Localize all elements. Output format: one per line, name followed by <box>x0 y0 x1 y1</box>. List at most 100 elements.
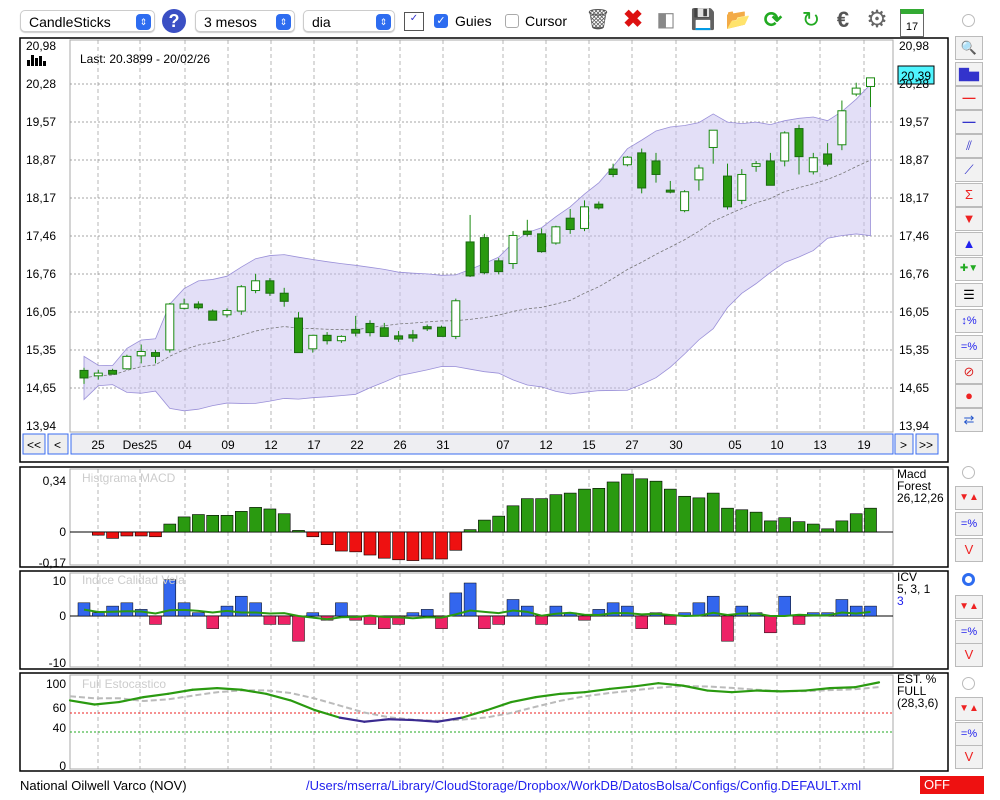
candle <box>308 334 318 350</box>
candle <box>437 326 446 337</box>
macd-y-label: -0,17 <box>39 556 67 570</box>
candle <box>136 351 146 357</box>
macd-bar <box>249 507 262 533</box>
macd-bar <box>506 505 520 533</box>
candle <box>336 335 346 342</box>
macd-bar <box>335 531 348 552</box>
icv-title: Indice Calidad Vela <box>82 573 185 587</box>
icv-y-label: -10 <box>49 656 67 670</box>
macd-bar <box>492 515 506 533</box>
date-label: 13 <box>813 438 827 452</box>
y-axis-label-right: 20,28 <box>899 77 929 91</box>
date-label: 27 <box>625 438 639 452</box>
macd-bar <box>263 508 277 533</box>
y-axis-label-left: 16,76 <box>26 267 56 281</box>
macd-bar <box>849 513 863 533</box>
candle <box>737 173 747 201</box>
candle <box>608 168 618 175</box>
icv-bar <box>263 615 277 625</box>
macd-bar <box>349 531 363 553</box>
date-label: 05 <box>728 438 742 452</box>
candle <box>79 369 89 379</box>
macd-bar <box>163 523 177 533</box>
candle <box>551 226 561 244</box>
icv-bar <box>277 615 291 625</box>
stoch-y-label: 60 <box>53 701 67 715</box>
date-label: 22 <box>350 438 364 452</box>
date-label: 19 <box>857 438 871 452</box>
macd-bar <box>149 531 162 538</box>
candle <box>165 303 175 351</box>
chart-area[interactable]: 0,340-0,17Histgrama MACD MacdForest26,12,… <box>0 0 1000 800</box>
config-path-link[interactable]: /Users/mserra/Library/CloudStorage/Dropb… <box>306 778 861 793</box>
candle <box>637 152 647 189</box>
y-axis-label-left: 17,46 <box>26 229 56 243</box>
macd-bar <box>220 515 234 533</box>
candle <box>236 286 246 312</box>
candle <box>465 241 475 277</box>
date-label: 26 <box>393 438 407 452</box>
candle <box>479 237 489 274</box>
stoch-k-segment <box>387 718 415 722</box>
stoch-y-label: 100 <box>46 677 66 691</box>
icv-bar <box>292 615 305 642</box>
date-label: 31 <box>436 438 450 452</box>
icv-bar <box>92 612 105 617</box>
candle <box>851 87 861 95</box>
macd-bar <box>649 480 663 533</box>
icv-bar <box>406 612 420 617</box>
y-axis-label-left: 16,05 <box>26 305 56 319</box>
y-axis-label-right: 17,46 <box>899 229 929 243</box>
candle <box>379 327 389 337</box>
macd-bar <box>663 488 677 533</box>
nav-next-label: > <box>900 438 907 452</box>
candle <box>837 110 847 146</box>
candle <box>780 132 790 162</box>
macd-bar <box>706 492 720 533</box>
macd-bar <box>463 529 477 533</box>
date-label: 25 <box>91 438 105 452</box>
macd-bar <box>306 531 320 538</box>
nav-first-label: << <box>27 438 41 452</box>
icv-bar <box>864 605 877 617</box>
date-label: 12 <box>539 438 553 452</box>
last-price-label: Last: 20.3899 - 20/02/26 <box>80 52 210 66</box>
icv-bar <box>206 615 219 629</box>
candle <box>794 128 804 158</box>
y-axis-label-left: 14,65 <box>26 381 56 395</box>
stoch-title: Full Estocastico <box>82 677 166 691</box>
icv-legend: 3 <box>897 594 904 608</box>
nav-bar: << < > >> <box>22 433 939 455</box>
macd-bar <box>420 531 434 560</box>
icv-bar <box>764 615 777 634</box>
y-axis-label-left: 18,17 <box>26 191 56 205</box>
macd-bar <box>692 497 706 533</box>
icv-bar <box>635 615 648 629</box>
macd-bar <box>206 515 219 533</box>
stoch-y-label: 40 <box>53 721 67 735</box>
icv-bar <box>120 602 134 617</box>
macd-bar <box>177 516 191 533</box>
macd-bar <box>277 513 291 533</box>
date-label: 07 <box>496 438 510 452</box>
macd-bar <box>621 473 634 533</box>
y-axis-label-left: 20,28 <box>26 77 56 91</box>
status-off-button[interactable]: OFF <box>920 776 984 794</box>
macd-bar <box>392 531 405 561</box>
candle <box>322 334 332 342</box>
macd-bar <box>792 521 806 533</box>
nav-prev-label: < <box>54 438 61 452</box>
date-label: 10 <box>770 438 784 452</box>
macd-y-label: 0 <box>59 525 66 539</box>
macd-bar <box>92 531 105 536</box>
stoch-y-label: 0 <box>59 759 66 773</box>
candle <box>422 326 432 330</box>
macd-bar <box>292 530 305 533</box>
icv-bar <box>664 615 677 625</box>
y-axis-label-right: 15,35 <box>899 343 929 357</box>
icv-bar <box>149 615 162 625</box>
y-axis-label-right: 14,65 <box>899 381 929 395</box>
candle <box>122 355 132 370</box>
date-label: 15 <box>582 438 596 452</box>
icv-bar <box>306 612 320 617</box>
